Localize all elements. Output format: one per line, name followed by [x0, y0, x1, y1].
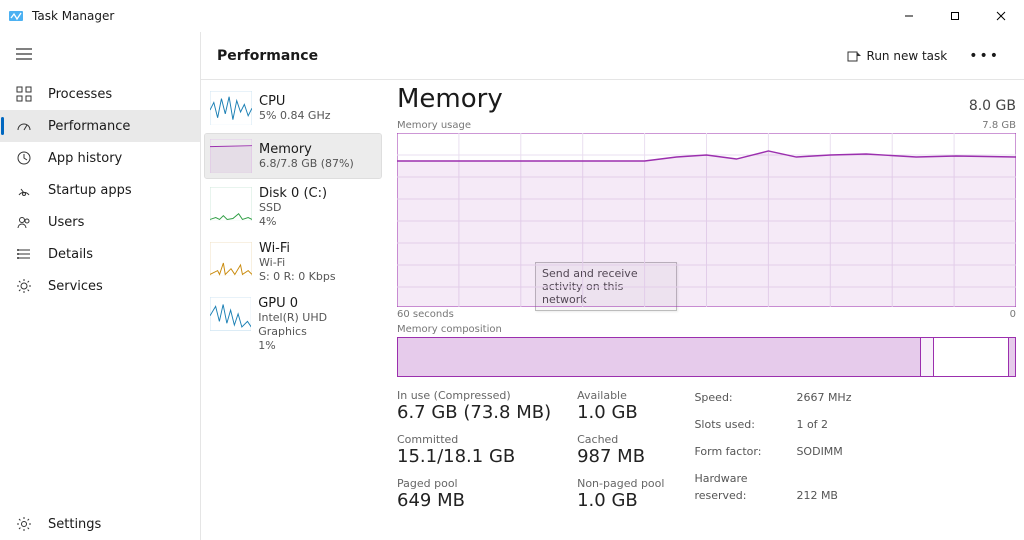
- resource-item-gpu[interactable]: GPU 0Intel(R) UHD Graphics1%: [205, 292, 381, 357]
- run-task-icon: [847, 49, 861, 63]
- nav-label: Details: [48, 247, 93, 262]
- resource-sub: 6.8/7.8 GB (87%): [259, 157, 354, 171]
- close-button[interactable]: [978, 0, 1024, 32]
- detail-panel: Memory 8.0 GB Memory usage 7.8 GB: [383, 80, 1024, 540]
- spec-value: 2667 MHz: [796, 391, 851, 404]
- resource-item-memory[interactable]: Memory6.8/7.8 GB (87%): [205, 134, 381, 178]
- more-button[interactable]: •••: [961, 44, 1008, 68]
- resource-sub2: 4%: [259, 215, 327, 229]
- nav-label: Settings: [48, 517, 101, 532]
- window-title: Task Manager: [32, 9, 114, 23]
- stat-label: Paged pool: [397, 477, 551, 490]
- settings-icon: [14, 516, 34, 532]
- spec-value: SODIMM: [796, 445, 842, 458]
- stat-label: In use (Compressed): [397, 389, 551, 402]
- resource-sub2: S: 0 R: 0 Kbps: [259, 270, 336, 284]
- nav-item-performance[interactable]: Performance: [0, 110, 200, 142]
- nav-item-users[interactable]: Users: [0, 206, 200, 238]
- resource-list: CPU5% 0.84 GHz Memory6.8/7.8 GB (87%) Di…: [201, 80, 383, 540]
- wifi-sparkline: [209, 241, 253, 277]
- resource-sub: 5% 0.84 GHz: [259, 109, 331, 123]
- memory-usage-chart: [397, 133, 1016, 307]
- resource-sub: Wi-Fi: [259, 256, 336, 270]
- spec-value: 212 MB: [796, 489, 838, 502]
- memory-sparkline: [209, 138, 253, 174]
- nav-item-services[interactable]: Services: [0, 270, 200, 302]
- stat-label: Non-paged pool: [577, 477, 664, 490]
- maximize-button[interactable]: [932, 0, 978, 32]
- gauge-icon: [14, 182, 34, 198]
- resource-item-cpu[interactable]: CPU5% 0.84 GHz: [205, 86, 381, 130]
- resource-name: Disk 0 (C:): [259, 186, 327, 201]
- gpu-sparkline: [209, 296, 252, 332]
- stat-value: 1.0 GB: [577, 490, 664, 511]
- stat-label: Cached: [577, 433, 664, 446]
- nav-item-settings[interactable]: Settings: [0, 508, 200, 540]
- stat-value: 649 MB: [397, 490, 551, 511]
- x-axis-right: 0: [1010, 309, 1016, 320]
- stat-value: 6.7 GB (73.8 MB): [397, 402, 551, 423]
- page-header: Performance Run new task •••: [201, 32, 1024, 80]
- detail-total: 8.0 GB: [969, 98, 1016, 114]
- resource-name: Memory: [259, 142, 354, 157]
- gear-icon: [14, 278, 34, 294]
- resource-item-wifi[interactable]: Wi-FiWi-FiS: 0 R: 0 Kbps: [205, 237, 381, 288]
- speedometer-icon: [14, 118, 34, 134]
- nav-label: App history: [48, 151, 122, 166]
- stat-label: Available: [577, 389, 664, 402]
- nav-item-processes[interactable]: Processes: [0, 78, 200, 110]
- users-icon: [14, 214, 34, 230]
- resource-sub: Intel(R) UHD Graphics: [258, 311, 377, 339]
- list-icon: [14, 246, 34, 262]
- nav-sidebar: Processes Performance App history Startu…: [0, 32, 200, 540]
- memory-composition-bar: [397, 337, 1016, 377]
- title-bar: Task Manager: [0, 0, 1024, 32]
- run-task-label: Run new task: [867, 49, 948, 63]
- spec-key: Hardware reserved:: [694, 470, 796, 504]
- usage-axis-max: 7.8 GB: [982, 120, 1016, 131]
- resource-item-disk[interactable]: Disk 0 (C:)SSD4%: [205, 182, 381, 233]
- nav-label: Users: [48, 215, 84, 230]
- run-new-task-button[interactable]: Run new task: [841, 45, 954, 67]
- nav-item-details[interactable]: Details: [0, 238, 200, 270]
- detail-title: Memory: [397, 84, 503, 114]
- nav-item-app-history[interactable]: App history: [0, 142, 200, 174]
- nav-label: Services: [48, 279, 103, 294]
- spec-value: 1 of 2: [796, 418, 828, 431]
- nav-label: Processes: [48, 87, 112, 102]
- stat-value: 1.0 GB: [577, 402, 664, 423]
- usage-axis-label: Memory usage: [397, 120, 471, 131]
- cpu-sparkline: [209, 90, 253, 126]
- page-title: Performance: [217, 48, 318, 64]
- resource-name: Wi-Fi: [259, 241, 336, 256]
- resource-name: CPU: [259, 94, 331, 109]
- stat-value: 15.1/18.1 GB: [397, 446, 551, 467]
- resource-sub: SSD: [259, 201, 327, 215]
- composition-label: Memory composition: [397, 324, 1016, 335]
- nav-item-startup-apps[interactable]: Startup apps: [0, 174, 200, 206]
- grid-icon: [14, 86, 34, 102]
- spec-key: Slots used:: [694, 416, 796, 433]
- stat-label: Committed: [397, 433, 551, 446]
- resource-sub2: 1%: [258, 339, 377, 353]
- stat-value: 987 MB: [577, 446, 664, 467]
- minimize-button[interactable]: [886, 0, 932, 32]
- history-icon: [14, 150, 34, 166]
- nav-label: Startup apps: [48, 183, 132, 198]
- x-axis-left: 60 seconds: [397, 309, 454, 320]
- nav-label: Performance: [48, 119, 130, 134]
- resource-name: GPU 0: [258, 296, 377, 311]
- spec-key: Form factor:: [694, 443, 796, 460]
- spec-key: Speed:: [694, 389, 796, 406]
- app-icon: [8, 8, 24, 24]
- disk-sparkline: [209, 186, 253, 222]
- nav-toggle-button[interactable]: [4, 38, 44, 70]
